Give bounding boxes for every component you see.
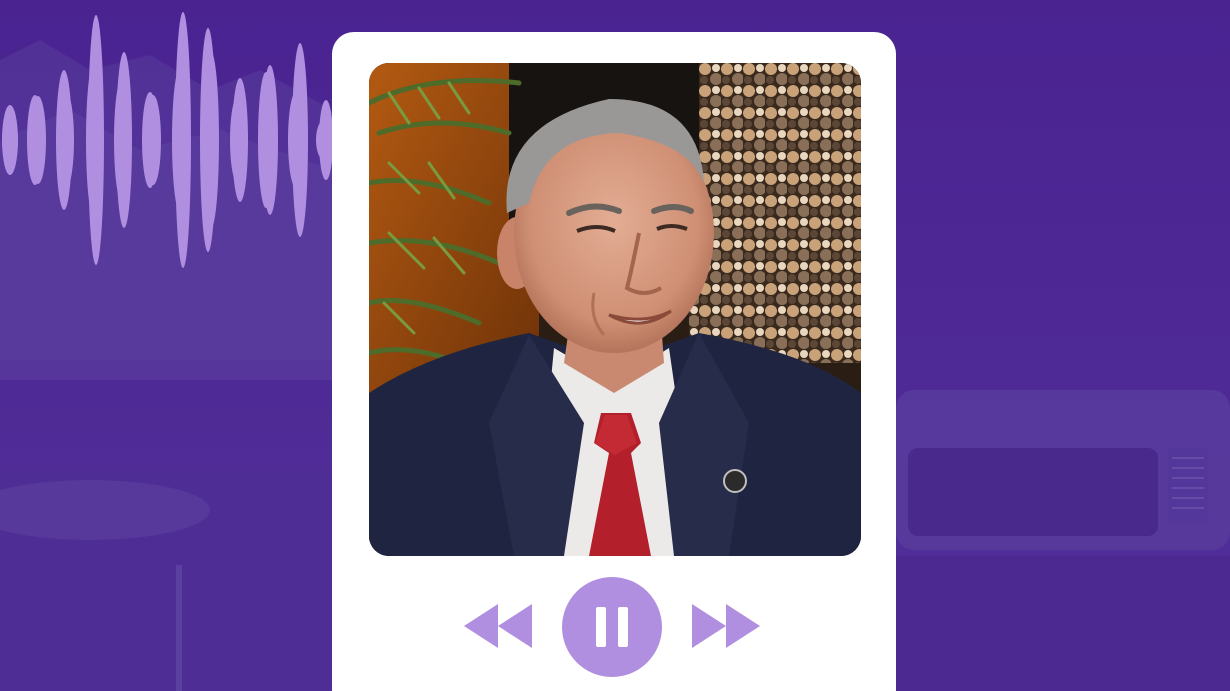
rewind-icon[interactable]	[464, 604, 532, 648]
portrait-illustration	[369, 63, 861, 556]
pause-icon[interactable]	[562, 577, 662, 677]
playback-controls	[332, 577, 896, 677]
podcast-player-card	[332, 32, 896, 691]
right-waveform	[2, 28, 332, 252]
cover-photo	[369, 63, 861, 556]
fast-forward-icon[interactable]	[692, 604, 760, 648]
